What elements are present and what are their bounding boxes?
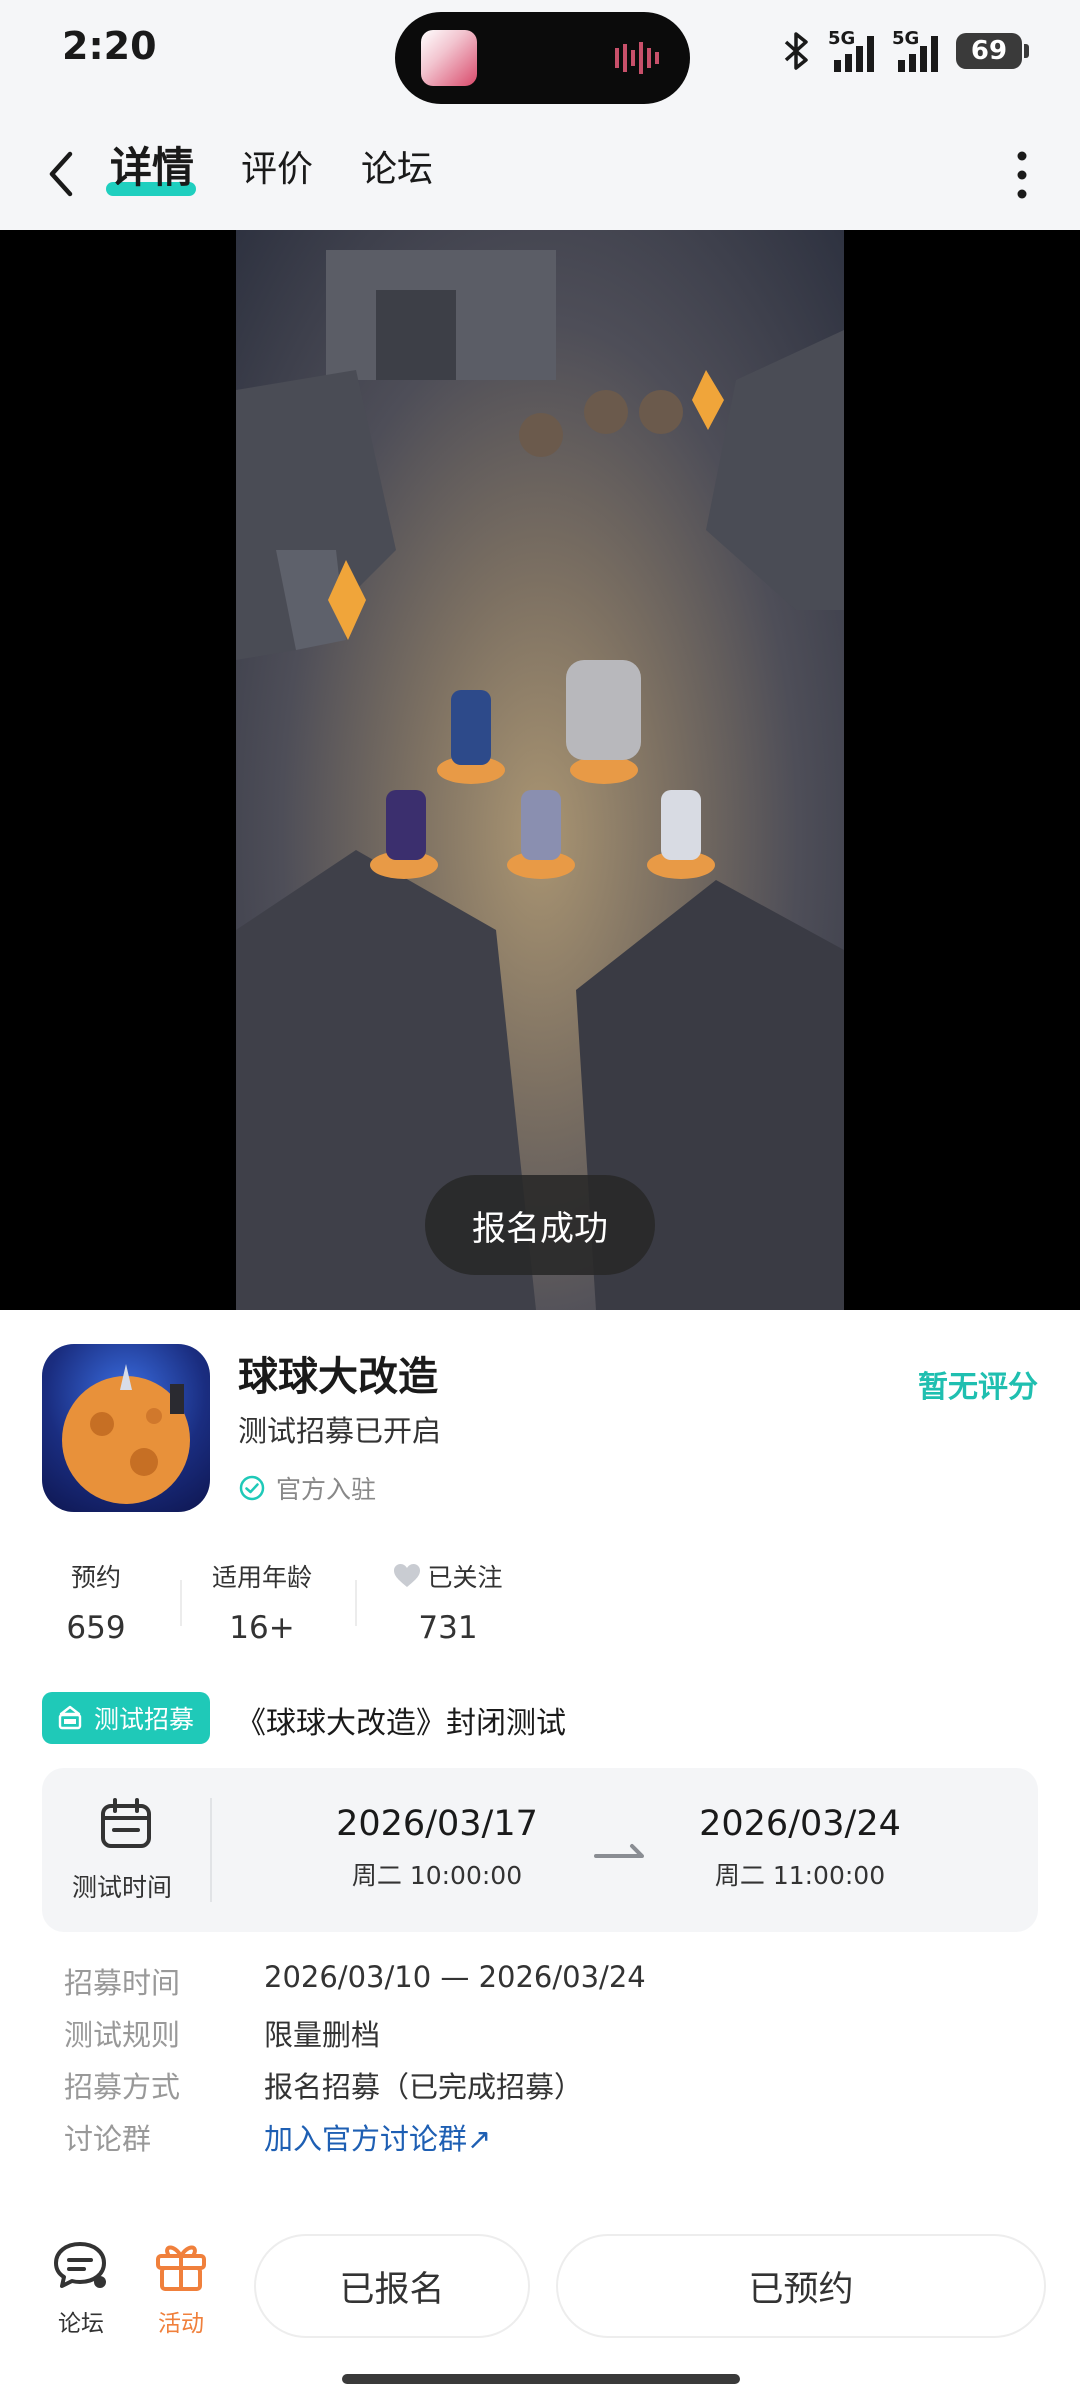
app-title: 球球大改造 <box>238 1354 438 1400</box>
test-recruit-badge: 测试招募 <box>42 1692 211 1744</box>
stat-divider <box>180 1580 182 1626</box>
game-screenshot <box>236 230 844 1310</box>
test-end: 2026/03/24 周二 11:00:00 <box>660 1804 940 1892</box>
stat-label: 预约 <box>70 1563 121 1592</box>
app-icon[interactable] <box>42 1344 210 1512</box>
test-title: 《球球大改造》封闭测试 <box>236 1706 566 1741</box>
test-icon <box>58 1705 82 1730</box>
rating-label[interactable]: 暂无评分 <box>918 1362 1038 1406</box>
stat-label: 适用年龄 <box>211 1563 312 1592</box>
test-badge-label: 测试招募 <box>94 1705 195 1734</box>
bottom-forum-button[interactable]: 论坛 <box>46 2240 116 2338</box>
stat-followers[interactable]: 已关注 731 <box>386 1558 510 1646</box>
app-subtitle: 测试招募已开启 <box>238 1414 442 1448</box>
join-group-link[interactable]: 加入官方讨论群↗ <box>264 2116 491 2158</box>
home-indicator[interactable] <box>342 2374 740 2384</box>
status-icons: 5G 5G 69 <box>780 26 1029 76</box>
reserved-button[interactable]: 已预约 <box>556 2234 1046 2338</box>
audio-wave-icon <box>615 42 659 74</box>
status-time: 2:20 <box>62 24 157 68</box>
stat-value: 659 <box>66 1610 126 1646</box>
stat-label: 已关注 <box>386 1558 510 1594</box>
verified-check-icon <box>239 1475 265 1501</box>
test-time-label: 测试时间 <box>72 1873 173 1902</box>
nav-bar: 详情 评价 论坛 <box>0 120 1080 230</box>
bluetooth-icon <box>784 32 808 70</box>
app-thumbnail-icon <box>421 30 477 86</box>
info-key: 招募时间 <box>64 1966 181 2000</box>
info-key: 测试规则 <box>64 2018 181 2052</box>
tab-reviews[interactable]: 评价 <box>241 140 313 192</box>
stat-value: 16+ <box>229 1610 295 1646</box>
heart-icon <box>394 1564 421 1587</box>
toast-message: 报名成功 <box>425 1175 655 1275</box>
forum-icon <box>54 2242 106 2288</box>
arrow-right-icon <box>594 1844 644 1858</box>
test-time-card: 测试时间 2026/03/17 周二 10:00:00 2026/03/24 周… <box>42 1768 1038 1932</box>
gift-icon <box>156 2245 206 2291</box>
test-start: 2026/03/17 周二 10:00:00 <box>297 1804 577 1892</box>
more-icon[interactable] <box>1014 148 1030 202</box>
info-value: 报名招募（已完成招募） <box>264 2070 584 2104</box>
end-time: 周二 11:00:00 <box>714 1861 886 1890</box>
planet-logo-icon <box>62 1364 190 1504</box>
bottom-activity-label: 活动 <box>158 2311 204 2337</box>
info-row-discussion-group: 讨论群 加入官方讨论群↗ <box>64 2116 491 2158</box>
game-scene-image <box>236 250 844 1310</box>
verified-label: 官方入驻 <box>276 1475 377 1504</box>
end-date: 2026/03/24 <box>699 1804 901 1844</box>
info-value: 2026/03/10 — 2026/03/24 <box>264 1960 646 1994</box>
calendar-icon <box>101 1798 151 1848</box>
start-date: 2026/03/17 <box>336 1804 538 1844</box>
bottom-activity-button[interactable]: 活动 <box>146 2240 216 2338</box>
stat-reservations: 预约 659 <box>42 1558 150 1646</box>
battery-icon: 69 <box>956 33 1029 69</box>
info-key: 讨论群 <box>64 2122 152 2156</box>
signed-up-button[interactable]: 已报名 <box>254 2234 530 2338</box>
status-bar: 2:20 5G 5G 69 <box>0 0 1080 120</box>
info-row-test-rule: 测试规则 限量删档 <box>64 2012 380 2054</box>
bottom-forum-label: 论坛 <box>58 2311 104 2337</box>
verified-badge: 官方入驻 <box>238 1470 376 1506</box>
info-row-recruit-method: 招募方式 报名招募（已完成招募） <box>64 2064 583 2106</box>
stat-age-rating: 适用年龄 16+ <box>200 1558 324 1646</box>
video-player[interactable]: 报名成功 <box>0 230 1080 1310</box>
info-key: 招募方式 <box>64 2070 181 2104</box>
stat-divider <box>355 1580 357 1626</box>
card-divider <box>210 1798 212 1902</box>
tab-details[interactable]: 详情 <box>110 134 194 195</box>
info-value: 限量删档 <box>264 2018 381 2052</box>
info-row-recruit-time: 招募时间 2026/03/10 — 2026/03/24 <box>64 1960 646 2002</box>
signal-icon: 5G <box>828 28 878 72</box>
signal-icon: 5G <box>892 28 942 72</box>
back-icon[interactable] <box>42 146 82 202</box>
start-time: 周二 10:00:00 <box>351 1861 523 1890</box>
dynamic-island[interactable] <box>395 12 690 104</box>
stat-value: 731 <box>418 1610 478 1646</box>
tab-forum[interactable]: 论坛 <box>361 140 433 192</box>
